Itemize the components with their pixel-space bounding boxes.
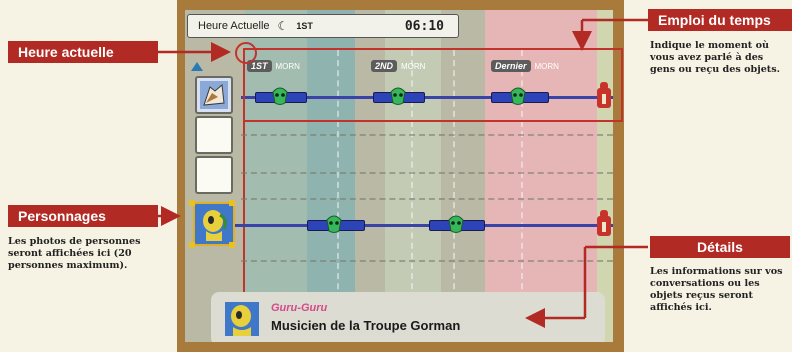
detail-description: Musicien de la Troupe Gorman	[271, 318, 461, 333]
mask-marker-icon	[326, 215, 342, 233]
selection-corner-icon	[229, 200, 235, 206]
detail-portrait-icon	[225, 302, 259, 336]
portrait-slot-2[interactable]	[195, 116, 233, 154]
schedule-callout-description: Indique le moment où vous avez parlé à d…	[650, 40, 780, 75]
selection-corner-icon	[229, 242, 235, 248]
guru-guru-portrait-icon	[198, 207, 230, 241]
clock-label: Heure Actuelle	[198, 20, 270, 32]
portrait-slot-3[interactable]	[195, 156, 233, 194]
track-line-2	[241, 134, 613, 136]
selection-corner-icon	[189, 242, 195, 248]
schedule-callout-label: Emploi du temps	[648, 9, 792, 31]
portrait-slot-selected[interactable]	[193, 202, 235, 246]
details-callout-label: Détails	[650, 236, 790, 258]
detail-panel: Guru-Guru Musicien de la Troupe Gorman	[211, 292, 605, 342]
track-line-5	[225, 224, 613, 227]
clock-day: 1ST	[296, 21, 313, 31]
details-callout-description: Les informations sur vos conversations o…	[650, 266, 783, 313]
track-line-6	[241, 260, 613, 262]
track-line-3	[241, 172, 613, 174]
scroll-up-arrow-icon[interactable]	[191, 62, 203, 71]
end-marker-icon	[597, 210, 611, 236]
schedule-highlight	[243, 48, 623, 122]
selection-corner-icon	[189, 200, 195, 206]
track-line-4	[241, 198, 613, 200]
current-time-callout-label: Heure actuelle	[8, 41, 158, 63]
moon-icon: ☾	[277, 19, 289, 33]
characters-callout-label: Personnages	[8, 205, 158, 227]
detail-name: Guru-Guru	[271, 302, 328, 314]
characters-callout-description: Les photos de personnes seront affichées…	[8, 236, 141, 271]
portrait-slot-1[interactable]	[195, 76, 233, 114]
clock-time: 06:10	[404, 18, 444, 34]
character-portrait-icon	[200, 81, 228, 109]
clock-bar: Heure Actuelle ☾ 1ST 06:10	[187, 14, 459, 38]
mask-marker-icon	[448, 215, 464, 233]
